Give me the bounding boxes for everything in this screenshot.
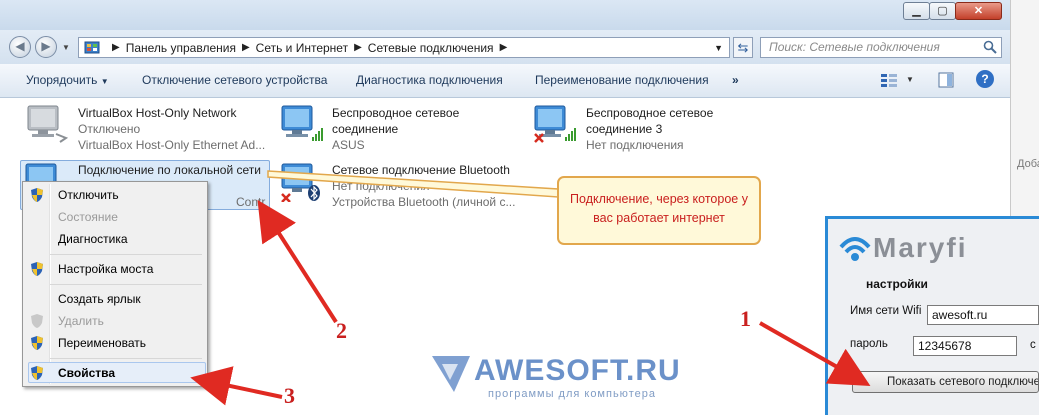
annotation-number-2: 2 (336, 318, 347, 343)
arrow-2 (257, 199, 338, 324)
annotation-arrows (190, 199, 871, 406)
arrow-1 (759, 321, 871, 386)
annotation-number-1: 1 (740, 306, 751, 331)
annotation-number-3: 3 (284, 383, 295, 408)
arrow-3 (190, 366, 283, 406)
